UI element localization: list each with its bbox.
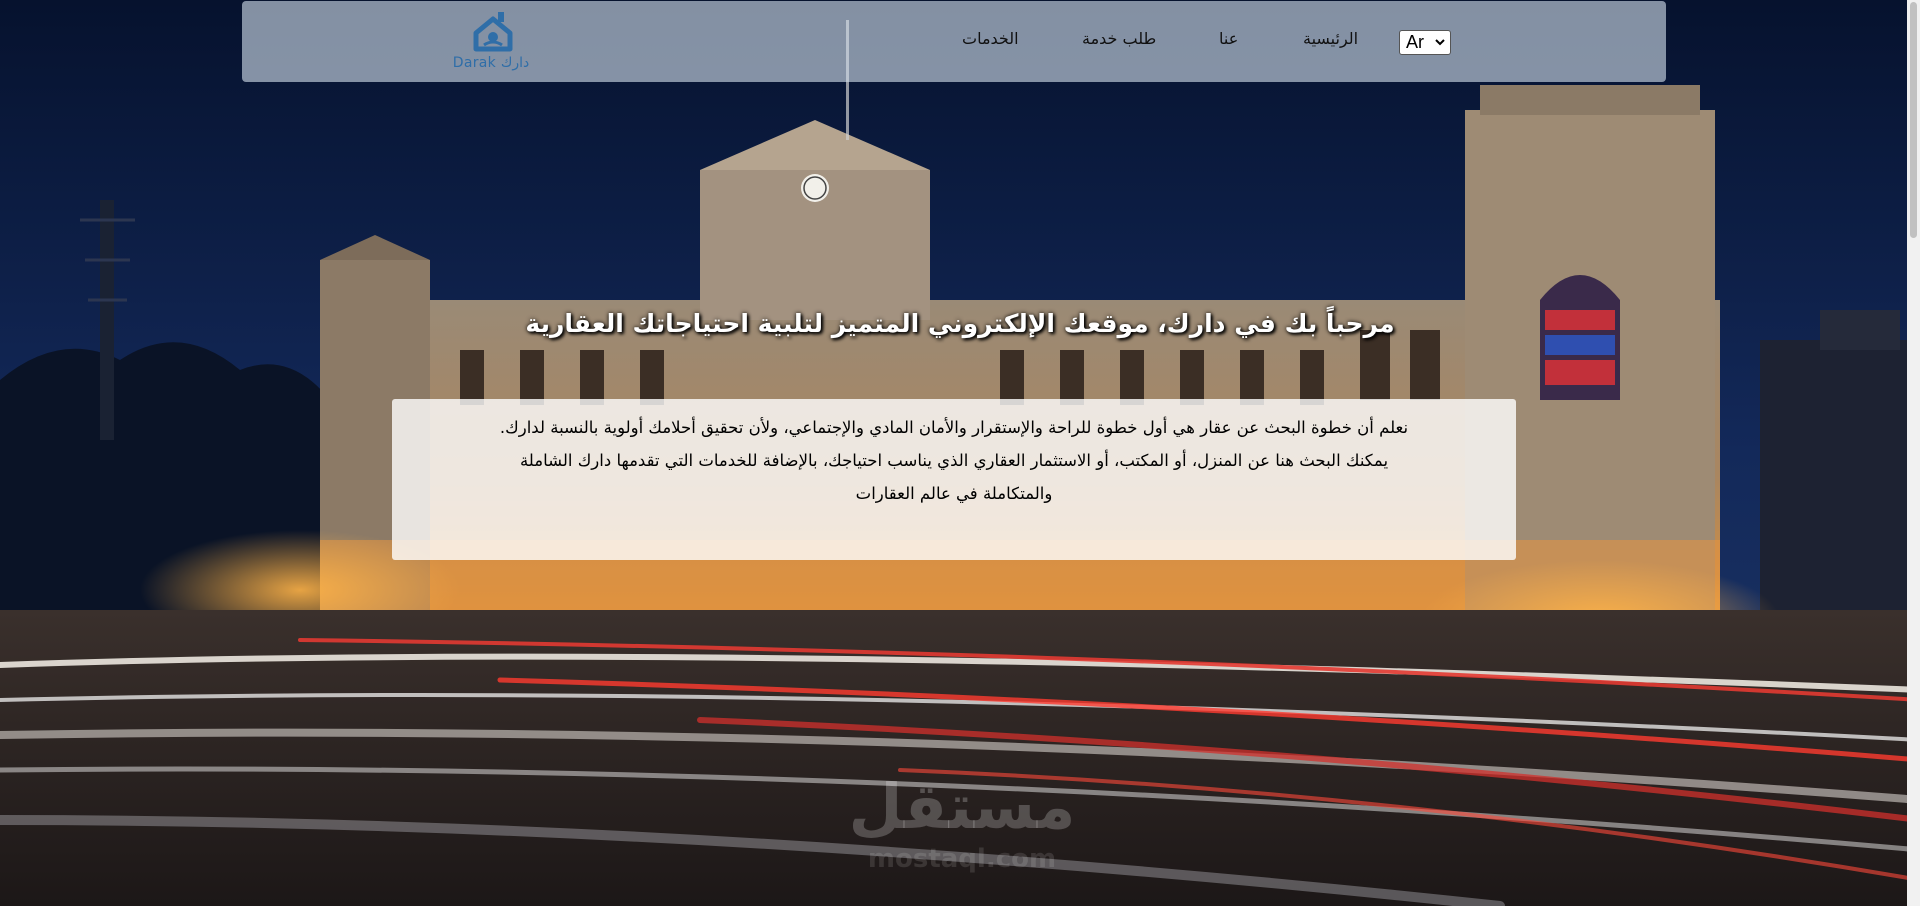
intro-paragraph: نعلم أن خطوة البحث عن عقار هي أول خطوة ل… xyxy=(414,411,1494,510)
scrollbar-thumb[interactable] xyxy=(1910,2,1917,238)
intro-line-3: والمتكاملة في عالم العقارات xyxy=(855,484,1053,503)
vertical-scrollbar[interactable] xyxy=(1907,0,1920,906)
top-navbar: Darak دارك الخدمات طلب خدمة عنا الرئيسية… xyxy=(242,1,1666,82)
brand-name-ar: دارك xyxy=(500,55,530,71)
chevron-down-icon xyxy=(1435,39,1445,46)
hero-title: مرحباً بك في دارك، موقعك الإلكتروني المت… xyxy=(525,309,1395,338)
nav-link-services[interactable]: الخدمات xyxy=(962,29,1019,48)
page-viewport: Darak دارك الخدمات طلب خدمة عنا الرئيسية… xyxy=(0,0,1920,906)
language-select[interactable]: Ar xyxy=(1399,30,1451,55)
brand-name: Darak دارك xyxy=(448,55,534,71)
language-selected-value: Ar xyxy=(1406,32,1424,52)
nav-link-about[interactable]: عنا xyxy=(1219,29,1238,48)
brand-logo[interactable]: Darak دارك xyxy=(448,9,534,75)
brand-name-en: Darak xyxy=(452,55,497,71)
house-key-logo-icon xyxy=(473,12,513,52)
intro-line-2: يمكنك البحث هنا عن المنزل، أو المكتب، أو… xyxy=(519,451,1389,470)
intro-card: نعلم أن خطوة البحث عن عقار هي أول خطوة ل… xyxy=(392,399,1516,560)
intro-line-1: نعلم أن خطوة البحث عن عقار هي أول خطوة ل… xyxy=(499,418,1409,437)
nav-link-home[interactable]: الرئيسية xyxy=(1303,29,1358,48)
nav-link-request-service[interactable]: طلب خدمة xyxy=(1082,29,1156,48)
